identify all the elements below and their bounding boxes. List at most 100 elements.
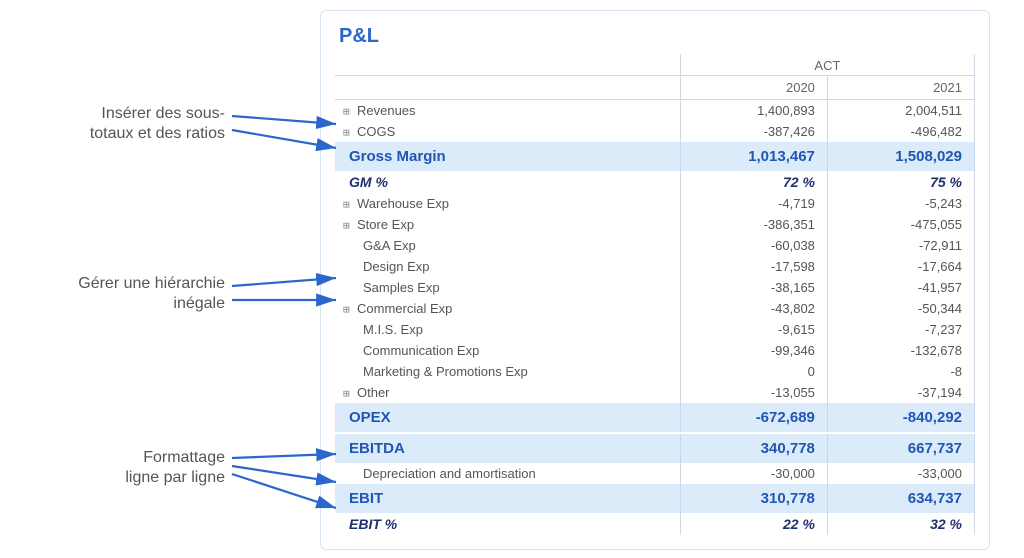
- cell-value: -50,344: [827, 298, 974, 319]
- row-gross-margin: Gross Margin 1,013,467 1,508,029: [335, 142, 975, 171]
- cell-value: 310,778: [680, 484, 827, 513]
- row-label: Gross Margin: [335, 142, 680, 171]
- row-label: GM %: [335, 171, 680, 193]
- row-gm-percent: GM % 72 % 75 %: [335, 171, 975, 193]
- expand-icon[interactable]: ⊞: [343, 387, 355, 400]
- card-title: P&L: [335, 21, 975, 54]
- table-row: Communication Exp -99,346 -132,678: [335, 340, 975, 361]
- table-row: ⊞Warehouse Exp -4,719 -5,243: [335, 193, 975, 214]
- row-label: Samples Exp: [335, 277, 680, 298]
- cell-value: -17,664: [827, 256, 974, 277]
- expand-icon[interactable]: ⊞: [343, 105, 355, 118]
- cell-value: -8: [827, 361, 974, 382]
- cell-value: -132,678: [827, 340, 974, 361]
- table-row: ⊞Store Exp -386,351 -475,055: [335, 214, 975, 235]
- annotation-formatting: Formattage ligne par ligne: [80, 448, 225, 488]
- table-header-group-row: ACT: [335, 54, 975, 76]
- cell-value: -13,055: [680, 382, 827, 403]
- cell-value: -9,615: [680, 319, 827, 340]
- row-label: Design Exp: [335, 256, 680, 277]
- row-label: Warehouse Exp: [357, 196, 449, 211]
- cell-value: 72 %: [680, 171, 827, 193]
- expand-icon[interactable]: ⊞: [343, 303, 355, 316]
- cell-value: -38,165: [680, 277, 827, 298]
- row-label: OPEX: [335, 403, 680, 433]
- cell-value: -496,482: [827, 121, 974, 142]
- expand-icon[interactable]: ⊞: [343, 126, 355, 139]
- table-row: Depreciation and amortisation -30,000 -3…: [335, 463, 975, 484]
- row-label: Marketing & Promotions Exp: [335, 361, 680, 382]
- cell-value: -4,719: [680, 193, 827, 214]
- cell-value: 75 %: [827, 171, 974, 193]
- cell-value: 340,778: [680, 433, 827, 463]
- header-spacer: [335, 54, 680, 76]
- row-label: G&A Exp: [335, 235, 680, 256]
- cell-value: 22 %: [680, 513, 827, 535]
- cell-value: -386,351: [680, 214, 827, 235]
- table-row: Samples Exp -38,165 -41,957: [335, 277, 975, 298]
- cell-value: -99,346: [680, 340, 827, 361]
- table-row: M.I.S. Exp -9,615 -7,237: [335, 319, 975, 340]
- row-ebitda: EBITDA 340,778 667,737: [335, 433, 975, 463]
- cell-value: -72,911: [827, 235, 974, 256]
- cell-value: -387,426: [680, 121, 827, 142]
- row-label: Other: [357, 385, 390, 400]
- row-opex: OPEX -672,689 -840,292: [335, 403, 975, 433]
- row-ebit-percent: EBIT % 22 % 32 %: [335, 513, 975, 535]
- annotation-hierarchy: Gérer une hiérarchie inégale: [25, 274, 225, 314]
- row-label: Store Exp: [357, 217, 414, 232]
- cell-value: 1,400,893: [680, 100, 827, 122]
- table-row: Marketing & Promotions Exp 0 -8: [335, 361, 975, 382]
- row-label: COGS: [357, 124, 395, 139]
- annotation-subtotals: Insérer des sous- totaux et des ratios: [45, 104, 225, 144]
- annotation-line: inégale: [173, 295, 225, 312]
- header-spacer: [335, 76, 680, 100]
- header-year-2020: 2020: [680, 76, 827, 100]
- expand-icon[interactable]: ⊞: [343, 198, 355, 211]
- cell-value: -7,237: [827, 319, 974, 340]
- row-label: EBITDA: [335, 433, 680, 463]
- cell-value: -475,055: [827, 214, 974, 235]
- row-label: M.I.S. Exp: [335, 319, 680, 340]
- row-label: EBIT %: [335, 513, 680, 535]
- expand-icon[interactable]: ⊞: [343, 219, 355, 232]
- table-row: ⊞Revenues 1,400,893 2,004,511: [335, 100, 975, 122]
- cell-value: -672,689: [680, 403, 827, 433]
- header-year-2021: 2021: [827, 76, 974, 100]
- annotation-line: Gérer une hiérarchie: [78, 275, 225, 292]
- row-label: Depreciation and amortisation: [335, 463, 680, 484]
- table-row: Design Exp -17,598 -17,664: [335, 256, 975, 277]
- table-row: ⊞Commercial Exp -43,802 -50,344: [335, 298, 975, 319]
- cell-value: 32 %: [827, 513, 974, 535]
- table-row: ⊞COGS -387,426 -496,482: [335, 121, 975, 142]
- cell-value: -30,000: [680, 463, 827, 484]
- pl-table: ACT 2020 2021 ⊞Revenues 1,400,893 2,004,…: [335, 54, 975, 535]
- table-header-years-row: 2020 2021: [335, 76, 975, 100]
- cell-value: 2,004,511: [827, 100, 974, 122]
- cell-value: -60,038: [680, 235, 827, 256]
- cell-value: 634,737: [827, 484, 974, 513]
- row-label: Commercial Exp: [357, 301, 452, 316]
- cell-value: -5,243: [827, 193, 974, 214]
- cell-value: -840,292: [827, 403, 974, 433]
- row-label: EBIT: [335, 484, 680, 513]
- row-ebit: EBIT 310,778 634,737: [335, 484, 975, 513]
- cell-value: -41,957: [827, 277, 974, 298]
- cell-value: 0: [680, 361, 827, 382]
- cell-value: -33,000: [827, 463, 974, 484]
- table-row: G&A Exp -60,038 -72,911: [335, 235, 975, 256]
- row-label: Communication Exp: [335, 340, 680, 361]
- pl-card: P&L ACT 2020 2021 ⊞Revenues 1,400,893 2,…: [320, 10, 990, 550]
- cell-value: 1,013,467: [680, 142, 827, 171]
- annotation-line: Insérer des sous-: [101, 105, 225, 122]
- cell-value: -43,802: [680, 298, 827, 319]
- cell-value: -37,194: [827, 382, 974, 403]
- cell-value: 1,508,029: [827, 142, 974, 171]
- annotation-line: ligne par ligne: [125, 469, 225, 486]
- annotation-line: totaux et des ratios: [90, 125, 225, 142]
- cell-value: -17,598: [680, 256, 827, 277]
- table-row: ⊞Other -13,055 -37,194: [335, 382, 975, 403]
- cell-value: 667,737: [827, 433, 974, 463]
- row-label: Revenues: [357, 103, 416, 118]
- annotation-line: Formattage: [143, 449, 225, 466]
